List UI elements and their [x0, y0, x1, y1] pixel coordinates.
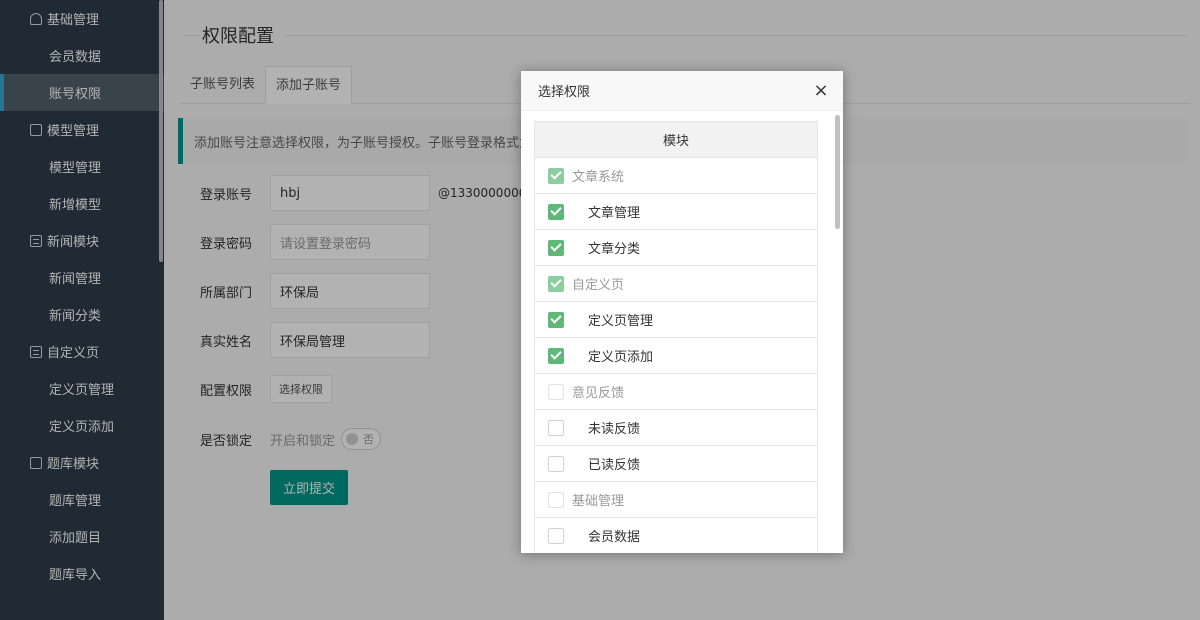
checkbox-checked[interactable]	[548, 167, 564, 184]
checkbox-checked[interactable]	[548, 347, 564, 364]
permission-label: 自定义页	[572, 278, 625, 293]
permission-dialog: 选择权限 × 模块 文章系统文章管理文章分类自定义页定义页管理定义页添加意见反馈…	[521, 71, 843, 553]
permission-row: 文章系统	[535, 158, 817, 194]
dialog-title: 选择权限	[538, 85, 591, 100]
permission-row: 会员数据	[535, 518, 817, 553]
close-icon[interactable]: ×	[813, 82, 829, 100]
permission-rows: 文章系统文章管理文章分类自定义页定义页管理定义页添加意见反馈未读反馈已读反馈基础…	[535, 158, 817, 553]
checkbox[interactable]	[548, 527, 564, 544]
checkbox[interactable]	[548, 383, 564, 400]
permission-label: 文章系统	[572, 170, 625, 185]
permission-label: 文章管理	[588, 206, 641, 221]
permission-row: 意见反馈	[535, 374, 817, 410]
permission-label: 基础管理	[572, 494, 625, 509]
permission-label: 会员数据	[588, 530, 641, 545]
checkbox[interactable]	[548, 455, 564, 472]
permission-row: 文章分类	[535, 230, 817, 266]
permission-row: 基础管理	[535, 482, 817, 518]
permission-row: 文章管理	[535, 194, 817, 230]
checkbox-checked[interactable]	[548, 239, 564, 256]
checkbox[interactable]	[548, 419, 564, 436]
permission-row: 自定义页	[535, 266, 817, 302]
permission-row: 已读反馈	[535, 446, 817, 482]
permission-table: 模块 文章系统文章管理文章分类自定义页定义页管理定义页添加意见反馈未读反馈已读反…	[534, 121, 818, 553]
dialog-scrollbar[interactable]	[835, 115, 840, 229]
checkbox-checked[interactable]	[548, 203, 564, 220]
permission-row: 定义页添加	[535, 338, 817, 374]
table-header: 模块	[535, 122, 817, 158]
checkbox[interactable]	[548, 491, 564, 508]
column-header-module: 模块	[662, 134, 689, 149]
permission-label: 已读反馈	[588, 458, 641, 473]
permission-label: 意见反馈	[572, 386, 625, 401]
checkbox-checked[interactable]	[548, 275, 564, 292]
permission-label: 定义页管理	[588, 314, 654, 329]
permission-label: 未读反馈	[588, 422, 641, 437]
dialog-body: 模块 文章系统文章管理文章分类自定义页定义页管理定义页添加意见反馈未读反馈已读反…	[521, 111, 843, 553]
permission-label: 文章分类	[588, 242, 641, 257]
permission-row: 未读反馈	[535, 410, 817, 446]
permission-label: 定义页添加	[588, 350, 654, 365]
checkbox-checked[interactable]	[548, 311, 564, 328]
permission-row: 定义页管理	[535, 302, 817, 338]
dialog-header: 选择权限 ×	[521, 71, 843, 111]
